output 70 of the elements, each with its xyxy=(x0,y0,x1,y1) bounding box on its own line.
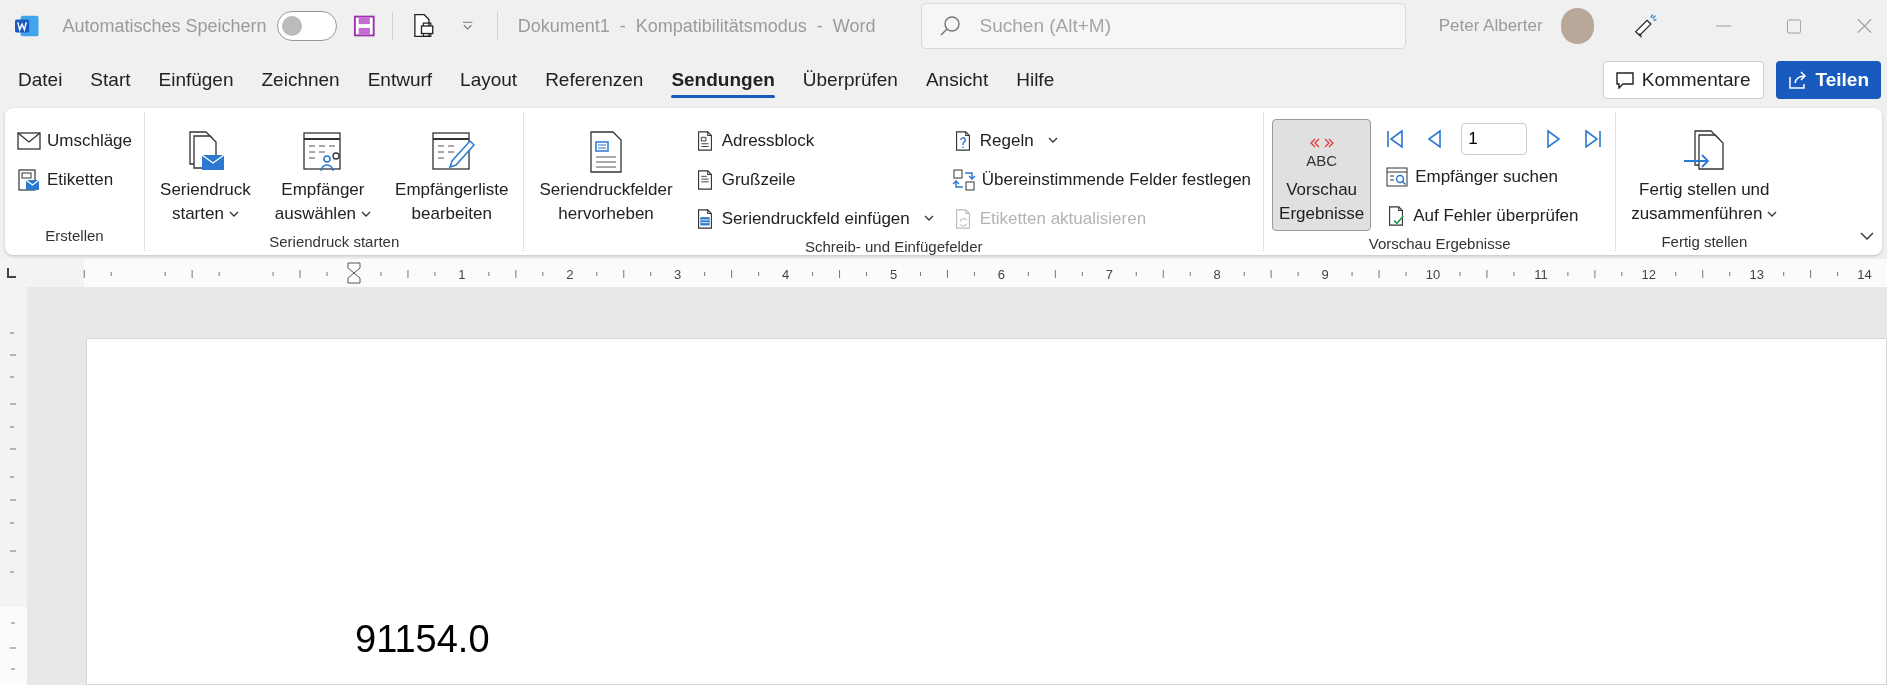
autosave-toggle[interactable] xyxy=(276,11,338,41)
ruler-number: 4 xyxy=(782,267,790,282)
menu-tab[interactable]: Datei xyxy=(4,60,77,100)
collapse-ribbon-icon[interactable] xyxy=(1860,232,1874,241)
ribbon-button[interactable]: Regeln xyxy=(947,123,1256,158)
maximize-icon[interactable] xyxy=(1786,18,1801,34)
group-label: Fertig stellen xyxy=(1661,232,1748,252)
ruler-number: 2 xyxy=(566,267,574,282)
print-preview-icon[interactable] xyxy=(412,13,434,39)
app-logo-icon xyxy=(15,14,40,38)
user-name: Peter Alberter xyxy=(1438,15,1543,38)
ribbon-large-button[interactable]: ABC Vorschau Ergebnisse xyxy=(1272,119,1372,231)
share-icon xyxy=(1787,71,1808,89)
menu-tab[interactable]: Sendungen xyxy=(657,60,789,100)
ribbon-button[interactable]: Etiketten xyxy=(13,162,137,197)
ruler-number: 11 xyxy=(1534,267,1548,282)
comments-button[interactable]: Kommentare xyxy=(1602,61,1764,99)
envelope-icon xyxy=(17,131,41,150)
ruler-number: 9 xyxy=(1321,267,1329,282)
save-icon[interactable] xyxy=(353,14,376,38)
window-title: Dokument1 - Kompatibilitätsmodus - Word xyxy=(517,14,876,38)
ribbon-button[interactable]: Grußzeile xyxy=(689,162,938,197)
share-button[interactable]: Teilen xyxy=(1775,61,1881,99)
ruler-number: 13 xyxy=(1749,267,1764,282)
ribbon-large-button[interactable]: Seriendruckfelder hervorheben xyxy=(532,119,680,231)
swap-arrows-icon xyxy=(951,167,976,192)
menu-tab[interactable]: Überprüfen xyxy=(788,60,912,100)
search-field[interactable]: Suchen (Alt+M) xyxy=(920,3,1406,49)
ribbon-large-button[interactable]: Empfänger auswählen xyxy=(267,119,379,231)
autosave-label: Automatisches Speichern xyxy=(62,14,267,38)
menu-tab[interactable]: Entwurf xyxy=(353,60,447,100)
menu-tab[interactable]: Zeichnen xyxy=(247,60,354,100)
customize-caret-icon[interactable] xyxy=(461,21,473,31)
ribbon-button[interactable]: Übereinstimmende Felder festlegen xyxy=(947,162,1256,197)
ribbon-large-button[interactable]: Seriendruck starten xyxy=(153,119,258,231)
record-number-field[interactable]: 1 xyxy=(1461,123,1528,155)
group-label: Schreib- und Einfügefelder xyxy=(804,237,983,257)
ruler-number: 8 xyxy=(1213,267,1221,282)
ruler-number: 1 xyxy=(458,267,466,282)
menu-tab[interactable]: Layout xyxy=(446,60,532,100)
group-label: Erstellen xyxy=(45,225,104,246)
indent-marker-icon xyxy=(347,262,361,284)
search-icon xyxy=(938,15,961,37)
menu-tab[interactable]: Start xyxy=(76,60,145,100)
ruler-number: 3 xyxy=(674,267,682,282)
ribbon-large-button[interactable]: Fertig stellen und zusammenführen xyxy=(1624,119,1785,231)
menu-tab[interactable]: Ansicht xyxy=(911,60,1003,100)
ruler-number: 14 xyxy=(1857,267,1872,282)
tab-stop-icon xyxy=(7,267,17,278)
ruler-number: 5 xyxy=(889,267,898,282)
ribbon-button[interactable]: Auf Fehler überprüfen xyxy=(1381,198,1608,233)
ribbon-button[interactable]: Adressblock xyxy=(689,123,938,158)
label-sheet-icon xyxy=(17,167,41,192)
ruler-number: 10 xyxy=(1425,267,1441,282)
ruler-number: 12 xyxy=(1641,267,1657,282)
ribbon-button[interactable]: Empfänger suchen xyxy=(1381,159,1608,194)
menu-tab[interactable]: Hilfe xyxy=(1002,60,1069,100)
ribbon-button[interactable]: Umschläge xyxy=(13,123,137,158)
menu-tab[interactable]: Einfügen xyxy=(144,60,248,100)
ribbon-button[interactable]: Seriendruckfeld einfügen xyxy=(689,201,938,236)
ruler-number: 7 xyxy=(1105,267,1113,282)
group-label: Vorschau Ergebnisse xyxy=(1368,234,1511,254)
document-text: 91154.0 xyxy=(355,618,490,660)
megaphone-icon[interactable] xyxy=(1632,12,1659,40)
ribbon-large-button[interactable]: Empfängerliste bearbeiten xyxy=(388,119,516,231)
comment-icon xyxy=(1615,71,1634,89)
group-label: Seriendruck starten xyxy=(269,232,400,252)
ruler-number: 6 xyxy=(997,267,1005,282)
menu-tab[interactable]: Referenzen xyxy=(531,60,658,100)
find-list-icon xyxy=(1385,164,1410,189)
